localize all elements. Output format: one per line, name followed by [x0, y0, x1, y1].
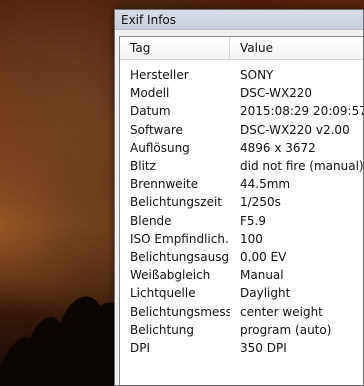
table-row[interactable]: Belichtungszeit 1/250s [120, 193, 363, 211]
value-cell: 0.00 EV [240, 249, 287, 264]
value-cell: center weight [240, 304, 323, 319]
column-header-value[interactable]: Value [230, 37, 363, 59]
table-row[interactable]: Blende F5.9 [120, 212, 363, 230]
value-cell: Manual [240, 268, 284, 283]
exif-info-window: Exif Infos Tag Value Hersteller SONY Mod… [114, 9, 364, 386]
table-row[interactable]: Hersteller SONY [120, 66, 363, 84]
value-cell: 4896 x 3672 [240, 140, 316, 155]
value-cell: DSC-WX220 v2.00 [240, 122, 350, 137]
tag-cell: ISO Empfindlich... [130, 231, 230, 246]
tag-cell: Weißabgleich [130, 268, 211, 283]
table-row[interactable]: Brennweite 44.5mm [120, 175, 363, 193]
value-cell: DSC-WX220 [240, 86, 313, 101]
value-cell: 44.5mm [240, 177, 291, 192]
value-cell: program (auto) [240, 322, 332, 337]
exif-table: Tag Value Hersteller SONY Modell DSC-WX2… [119, 36, 363, 385]
tag-cell: Software [130, 122, 183, 137]
column-header-tag[interactable]: Tag [120, 37, 230, 59]
table-row[interactable]: Weißabgleich Manual [120, 266, 363, 284]
table-row[interactable]: ISO Empfindlich... 100 [120, 230, 363, 248]
tag-cell: Lichtquelle [130, 286, 196, 301]
window-title: Exif Infos [121, 12, 177, 27]
tag-cell: Belichtungszeit [130, 195, 222, 210]
table-row[interactable]: Blitz did not fire (manual) [120, 157, 363, 175]
window-titlebar[interactable]: Exif Infos [115, 10, 363, 30]
tag-cell: Belichtung [130, 322, 195, 337]
table-row[interactable]: Auflösung 4896 x 3672 [120, 139, 363, 157]
tag-cell: Blitz [130, 159, 156, 174]
tag-cell: Datum [130, 104, 171, 119]
value-cell: 350 DPI [240, 340, 287, 355]
value-cell: 100 [240, 231, 263, 246]
value-cell: Daylight [240, 286, 291, 301]
tag-cell: Modell [130, 86, 170, 101]
tag-cell: Hersteller [130, 68, 189, 83]
value-cell: 1/250s [240, 195, 281, 210]
table-row[interactable]: Lichtquelle Daylight [120, 284, 363, 302]
table-row[interactable]: DPI 350 DPI [120, 339, 363, 357]
table-row[interactable]: Modell DSC-WX220 [120, 84, 363, 102]
column-header-value-label: Value [240, 41, 273, 55]
table-row[interactable]: Belichtungsmess... center weight [120, 302, 363, 320]
value-cell: did not fire (manual) [240, 159, 363, 174]
tag-cell: Brennweite [130, 177, 199, 192]
value-cell: SONY [240, 68, 274, 83]
tag-cell: DPI [130, 340, 151, 355]
table-body: Hersteller SONY Modell DSC-WX220 Datum 2… [120, 60, 363, 357]
table-header: Tag Value [120, 37, 363, 60]
tag-cell: Auflösung [130, 140, 190, 155]
table-row[interactable]: Belichtungsausgl... 0.00 EV [120, 248, 363, 266]
value-cell: F5.9 [240, 213, 266, 228]
tag-cell: Belichtungsmess... [130, 304, 230, 319]
column-header-tag-label: Tag [130, 41, 151, 55]
tag-cell: Belichtungsausgl... [130, 249, 230, 264]
table-row[interactable]: Software DSC-WX220 v2.00 [120, 121, 363, 139]
table-row[interactable]: Belichtung program (auto) [120, 321, 363, 339]
value-cell: 2015:08:29 20:09:57 [240, 104, 363, 119]
table-row[interactable]: Datum 2015:08:29 20:09:57 [120, 102, 363, 120]
tag-cell: Blende [130, 213, 172, 228]
